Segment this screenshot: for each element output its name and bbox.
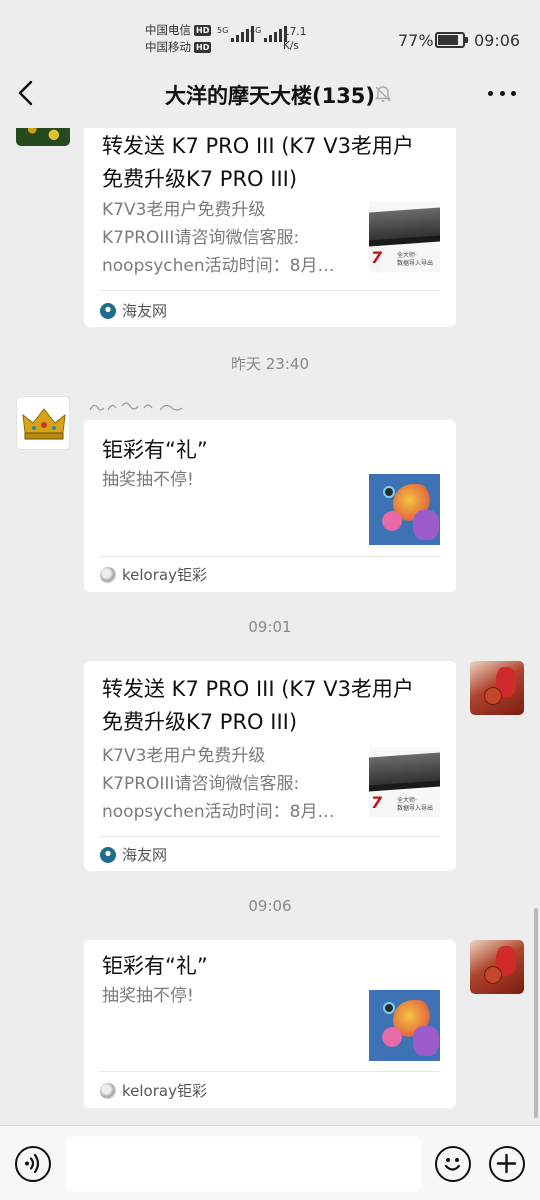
battery-percent: 77% bbox=[398, 31, 434, 50]
source-logo-icon bbox=[100, 566, 116, 583]
signal-4g-icon: 4G bbox=[250, 26, 288, 42]
carrier-1: 中国电信 bbox=[145, 23, 191, 37]
card-desc-line2: K7PROIII请咨询微信客服: bbox=[102, 228, 300, 248]
card-source: keloray钜彩 bbox=[100, 564, 207, 585]
card-thumbnail bbox=[369, 990, 440, 1061]
status-bar: 中国电信 HD 中国移动 HD 5G 4G 17.1 K/s 77% 09:06 bbox=[0, 0, 540, 60]
card-desc-line2: K7PROIII请咨询微信客服: bbox=[102, 774, 300, 794]
net-type-1: 5G bbox=[217, 26, 229, 35]
thumb-line2: 数据导入导出 bbox=[397, 260, 434, 267]
voice-button[interactable] bbox=[15, 1146, 51, 1182]
avatar[interactable] bbox=[16, 128, 70, 146]
hd-badge-2: HD bbox=[194, 42, 212, 53]
avatar[interactable] bbox=[470, 661, 524, 715]
card-title-line2: 免费升级K7 PRO III) bbox=[102, 710, 298, 734]
timestamp: 09:06 bbox=[248, 897, 292, 915]
emoji-icon bbox=[444, 1158, 461, 1171]
status-time: 09:06 bbox=[474, 31, 521, 50]
card-source: 海友网 bbox=[100, 844, 167, 865]
chat-header: 大洋的摩天大楼(135) bbox=[0, 60, 540, 128]
source-logo-icon bbox=[100, 846, 116, 863]
card-divider bbox=[100, 836, 440, 837]
source-logo-icon bbox=[100, 1082, 116, 1099]
chat-title[interactable]: 大洋的摩天大楼(135) bbox=[165, 84, 375, 108]
network-speed: 17.1 K/s bbox=[283, 25, 306, 53]
more-button[interactable] bbox=[486, 82, 518, 104]
card-title-line1: 转发送 K7 PRO III (K7 V3老用户 bbox=[102, 677, 414, 701]
card-desc-line1: K7V3老用户免费升级 bbox=[102, 746, 266, 766]
card-thumbnail: 7 全大师· 数据导入导出 bbox=[369, 202, 440, 273]
link-card[interactable]: 转发送 K7 PRO III (K7 V3老用户 免费升级K7 PRO III)… bbox=[84, 661, 456, 871]
speed-unit: K/s bbox=[283, 40, 299, 52]
source-name: 海友网 bbox=[122, 846, 168, 864]
voice-icon bbox=[25, 1153, 40, 1174]
avatar[interactable] bbox=[470, 940, 524, 994]
link-card[interactable]: 钜彩有“礼” 抽奖抽不停! keloray钜彩 bbox=[84, 940, 456, 1108]
thumb-line2: 数据导入导出 bbox=[397, 805, 434, 812]
chat-title-wrap: 大洋的摩天大楼(135) bbox=[0, 80, 540, 110]
card-title: 钜彩有“礼” bbox=[102, 438, 208, 462]
source-name: 海友网 bbox=[122, 302, 168, 320]
card-desc-line3: noopsychen活动时间：8月… bbox=[102, 802, 335, 822]
card-source: keloray钜彩 bbox=[100, 1080, 207, 1101]
card-thumbnail bbox=[369, 474, 440, 545]
crown-icon bbox=[22, 408, 66, 440]
link-card[interactable]: 钜彩有“礼” 抽奖抽不停! keloray钜彩 bbox=[84, 420, 456, 592]
scrollbar[interactable] bbox=[534, 908, 538, 1118]
more-dots-icon bbox=[488, 90, 493, 96]
source-name: keloray钜彩 bbox=[122, 566, 207, 584]
signal-5g-icon: 5G bbox=[217, 26, 255, 42]
card-thumbnail: 7 全大师· 数据导入导出 bbox=[369, 747, 440, 818]
card-divider bbox=[100, 556, 440, 557]
hd-badge-1: HD bbox=[194, 25, 212, 36]
carrier-info: 中国电信 HD 中国移动 HD bbox=[145, 22, 212, 56]
speed-value: 17.1 bbox=[283, 26, 307, 38]
net-type-2: 4G bbox=[250, 26, 262, 35]
card-desc-line1: K7V3老用户免费升级 bbox=[102, 200, 266, 220]
link-card[interactable]: 转发送 K7 PRO III (K7 V3老用户 免费升级K7 PRO III)… bbox=[84, 128, 456, 327]
timestamp: 昨天 23:40 bbox=[231, 355, 309, 373]
emoji-button[interactable] bbox=[435, 1146, 471, 1182]
bell-off-icon bbox=[375, 86, 391, 102]
card-title-line2: 免费升级K7 PRO III) bbox=[102, 167, 298, 191]
source-logo-icon bbox=[100, 302, 116, 319]
plus-icon bbox=[496, 1153, 517, 1174]
carrier-2: 中国移动 bbox=[145, 40, 191, 54]
message-list[interactable]: 转发送 K7 PRO III (K7 V3老用户 免费升级K7 PRO III)… bbox=[0, 128, 540, 1125]
card-desc-line3: noopsychen活动时间：8月… bbox=[102, 256, 335, 276]
card-divider bbox=[100, 290, 440, 291]
sender-name-ornament-icon bbox=[89, 402, 183, 411]
card-desc: 抽奖抽不停! bbox=[102, 986, 194, 1006]
timestamp: 09:01 bbox=[248, 618, 292, 636]
input-bar bbox=[0, 1125, 540, 1200]
avatar[interactable] bbox=[16, 396, 70, 450]
thumb-seven: 7 bbox=[371, 248, 383, 267]
message-input[interactable] bbox=[66, 1137, 421, 1191]
battery-icon bbox=[435, 32, 468, 48]
card-title-line1: 转发送 K7 PRO III (K7 V3老用户 bbox=[102, 134, 414, 158]
plus-button[interactable] bbox=[489, 1146, 525, 1182]
card-divider bbox=[100, 1071, 440, 1072]
source-name: keloray钜彩 bbox=[122, 1082, 207, 1100]
card-title: 钜彩有“礼” bbox=[102, 954, 208, 978]
card-desc: 抽奖抽不停! bbox=[102, 470, 194, 490]
card-source: 海友网 bbox=[100, 300, 167, 321]
thumb-seven: 7 bbox=[371, 793, 383, 812]
